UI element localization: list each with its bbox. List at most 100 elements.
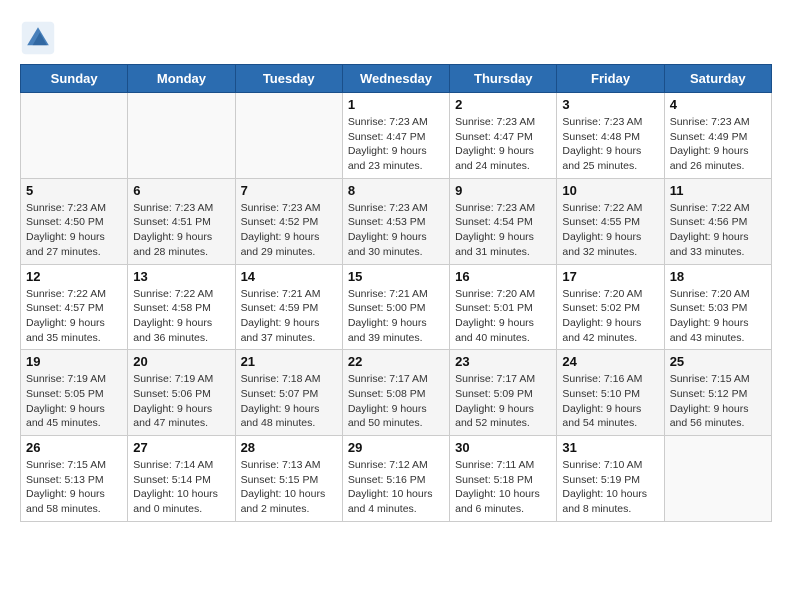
day-info: Sunrise: 7:23 AM Sunset: 4:50 PM Dayligh… xyxy=(26,201,122,260)
day-number: 31 xyxy=(562,440,658,455)
day-of-week-header: Friday xyxy=(557,65,664,93)
day-number: 3 xyxy=(562,97,658,112)
day-info: Sunrise: 7:20 AM Sunset: 5:03 PM Dayligh… xyxy=(670,287,766,346)
day-info: Sunrise: 7:23 AM Sunset: 4:49 PM Dayligh… xyxy=(670,115,766,174)
day-number: 6 xyxy=(133,183,229,198)
calendar-day-cell xyxy=(21,93,128,179)
day-number: 14 xyxy=(241,269,337,284)
calendar-day-cell: 28 Sunrise: 7:13 AM Sunset: 5:15 PM Dayli… xyxy=(235,436,342,522)
calendar-table: SundayMondayTuesdayWednesdayThursdayFrid… xyxy=(20,64,772,522)
day-info: Sunrise: 7:23 AM Sunset: 4:54 PM Dayligh… xyxy=(455,201,551,260)
calendar-day-cell: 20 Sunrise: 7:19 AM Sunset: 5:06 PM Dayli… xyxy=(128,350,235,436)
calendar-header: SundayMondayTuesdayWednesdayThursdayFrid… xyxy=(21,65,772,93)
calendar-day-cell: 25 Sunrise: 7:15 AM Sunset: 5:12 PM Dayli… xyxy=(664,350,771,436)
calendar-day-cell xyxy=(128,93,235,179)
calendar-day-cell: 2 Sunrise: 7:23 AM Sunset: 4:47 PM Daylig… xyxy=(450,93,557,179)
day-info: Sunrise: 7:13 AM Sunset: 5:15 PM Dayligh… xyxy=(241,458,337,517)
day-number: 1 xyxy=(348,97,444,112)
day-info: Sunrise: 7:21 AM Sunset: 5:00 PM Dayligh… xyxy=(348,287,444,346)
calendar-day-cell: 6 Sunrise: 7:23 AM Sunset: 4:51 PM Daylig… xyxy=(128,178,235,264)
day-number: 5 xyxy=(26,183,122,198)
day-info: Sunrise: 7:12 AM Sunset: 5:16 PM Dayligh… xyxy=(348,458,444,517)
day-number: 4 xyxy=(670,97,766,112)
day-info: Sunrise: 7:21 AM Sunset: 4:59 PM Dayligh… xyxy=(241,287,337,346)
day-number: 7 xyxy=(241,183,337,198)
day-info: Sunrise: 7:10 AM Sunset: 5:19 PM Dayligh… xyxy=(562,458,658,517)
day-number: 25 xyxy=(670,354,766,369)
calendar-day-cell: 27Sunrise: 7:14 AM Sunset: 5:14 PM Dayli… xyxy=(128,436,235,522)
day-of-week-header: Sunday xyxy=(21,65,128,93)
calendar-day-cell: 17 Sunrise: 7:20 AM Sunset: 5:02 PM Dayli… xyxy=(557,264,664,350)
day-number: 28 xyxy=(241,440,337,455)
calendar-day-cell: 21 Sunrise: 7:18 AM Sunset: 5:07 PM Dayli… xyxy=(235,350,342,436)
day-number: 18 xyxy=(670,269,766,284)
day-info: Sunrise: 7:20 AM Sunset: 5:02 PM Dayligh… xyxy=(562,287,658,346)
day-number: 13 xyxy=(133,269,229,284)
calendar-body: 1 Sunrise: 7:23 AM Sunset: 4:47 PM Daylig… xyxy=(21,93,772,522)
day-of-week-header: Monday xyxy=(128,65,235,93)
day-number: 15 xyxy=(348,269,444,284)
day-number: 16 xyxy=(455,269,551,284)
day-info: Sunrise: 7:17 AM Sunset: 5:09 PM Dayligh… xyxy=(455,372,551,431)
calendar-day-cell: 11 Sunrise: 7:22 AM Sunset: 4:56 PM Dayli… xyxy=(664,178,771,264)
calendar-week-row: 19 Sunrise: 7:19 AM Sunset: 5:05 PM Dayli… xyxy=(21,350,772,436)
day-info: Sunrise: 7:23 AM Sunset: 4:48 PM Dayligh… xyxy=(562,115,658,174)
day-number: 2 xyxy=(455,97,551,112)
day-info: Sunrise: 7:19 AM Sunset: 5:05 PM Dayligh… xyxy=(26,372,122,431)
calendar-day-cell: 30 Sunrise: 7:11 AM Sunset: 5:18 PM Dayli… xyxy=(450,436,557,522)
calendar-day-cell: 15 Sunrise: 7:21 AM Sunset: 5:00 PM Dayli… xyxy=(342,264,449,350)
day-info: Sunrise: 7:22 AM Sunset: 4:58 PM Dayligh… xyxy=(133,287,229,346)
day-info: Sunrise: 7:23 AM Sunset: 4:51 PM Dayligh… xyxy=(133,201,229,260)
day-info: Sunrise: 7:20 AM Sunset: 5:01 PM Dayligh… xyxy=(455,287,551,346)
calendar-week-row: 12 Sunrise: 7:22 AM Sunset: 4:57 PM Dayli… xyxy=(21,264,772,350)
calendar-day-cell: 5 Sunrise: 7:23 AM Sunset: 4:50 PM Daylig… xyxy=(21,178,128,264)
calendar-day-cell: 24Sunrise: 7:16 AM Sunset: 5:10 PM Dayli… xyxy=(557,350,664,436)
day-number: 29 xyxy=(348,440,444,455)
calendar-day-cell: 23Sunrise: 7:17 AM Sunset: 5:09 PM Dayli… xyxy=(450,350,557,436)
calendar-day-cell: 22Sunrise: 7:17 AM Sunset: 5:08 PM Dayli… xyxy=(342,350,449,436)
calendar-day-cell: 13 Sunrise: 7:22 AM Sunset: 4:58 PM Dayli… xyxy=(128,264,235,350)
day-number: 17 xyxy=(562,269,658,284)
day-number: 21 xyxy=(241,354,337,369)
calendar-day-cell: 14 Sunrise: 7:21 AM Sunset: 4:59 PM Dayli… xyxy=(235,264,342,350)
day-number: 8 xyxy=(348,183,444,198)
day-number: 30 xyxy=(455,440,551,455)
calendar-day-cell: 1 Sunrise: 7:23 AM Sunset: 4:47 PM Daylig… xyxy=(342,93,449,179)
calendar-day-cell: 18 Sunrise: 7:20 AM Sunset: 5:03 PM Dayli… xyxy=(664,264,771,350)
day-info: Sunrise: 7:23 AM Sunset: 4:47 PM Dayligh… xyxy=(455,115,551,174)
day-info: Sunrise: 7:19 AM Sunset: 5:06 PM Dayligh… xyxy=(133,372,229,431)
calendar-day-cell: 19 Sunrise: 7:19 AM Sunset: 5:05 PM Dayli… xyxy=(21,350,128,436)
calendar-day-cell: 12 Sunrise: 7:22 AM Sunset: 4:57 PM Dayli… xyxy=(21,264,128,350)
day-info: Sunrise: 7:18 AM Sunset: 5:07 PM Dayligh… xyxy=(241,372,337,431)
logo-icon xyxy=(20,20,56,56)
calendar-day-cell xyxy=(235,93,342,179)
day-info: Sunrise: 7:17 AM Sunset: 5:08 PM Dayligh… xyxy=(348,372,444,431)
calendar-day-cell: 9 Sunrise: 7:23 AM Sunset: 4:54 PM Daylig… xyxy=(450,178,557,264)
day-info: Sunrise: 7:11 AM Sunset: 5:18 PM Dayligh… xyxy=(455,458,551,517)
day-number: 9 xyxy=(455,183,551,198)
day-info: Sunrise: 7:22 AM Sunset: 4:56 PM Dayligh… xyxy=(670,201,766,260)
day-info: Sunrise: 7:14 AM Sunset: 5:14 PM Dayligh… xyxy=(133,458,229,517)
day-number: 19 xyxy=(26,354,122,369)
day-number: 10 xyxy=(562,183,658,198)
day-info: Sunrise: 7:23 AM Sunset: 4:53 PM Dayligh… xyxy=(348,201,444,260)
calendar-week-row: 1 Sunrise: 7:23 AM Sunset: 4:47 PM Daylig… xyxy=(21,93,772,179)
calendar-day-cell: 3 Sunrise: 7:23 AM Sunset: 4:48 PM Daylig… xyxy=(557,93,664,179)
day-info: Sunrise: 7:15 AM Sunset: 5:13 PM Dayligh… xyxy=(26,458,122,517)
day-of-week-header: Saturday xyxy=(664,65,771,93)
day-info: Sunrise: 7:15 AM Sunset: 5:12 PM Dayligh… xyxy=(670,372,766,431)
page-header xyxy=(20,20,772,56)
day-number: 12 xyxy=(26,269,122,284)
day-of-week-header: Wednesday xyxy=(342,65,449,93)
calendar-day-cell: 4 Sunrise: 7:23 AM Sunset: 4:49 PM Daylig… xyxy=(664,93,771,179)
day-number: 20 xyxy=(133,354,229,369)
day-info: Sunrise: 7:23 AM Sunset: 4:47 PM Dayligh… xyxy=(348,115,444,174)
day-of-week-header: Tuesday xyxy=(235,65,342,93)
day-of-week-header: Thursday xyxy=(450,65,557,93)
calendar-day-cell: 7Sunrise: 7:23 AM Sunset: 4:52 PM Daylig… xyxy=(235,178,342,264)
day-info: Sunrise: 7:22 AM Sunset: 4:57 PM Dayligh… xyxy=(26,287,122,346)
calendar-day-cell: 8 Sunrise: 7:23 AM Sunset: 4:53 PM Daylig… xyxy=(342,178,449,264)
calendar-day-cell: 16 Sunrise: 7:20 AM Sunset: 5:01 PM Dayli… xyxy=(450,264,557,350)
day-number: 24 xyxy=(562,354,658,369)
day-number: 11 xyxy=(670,183,766,198)
